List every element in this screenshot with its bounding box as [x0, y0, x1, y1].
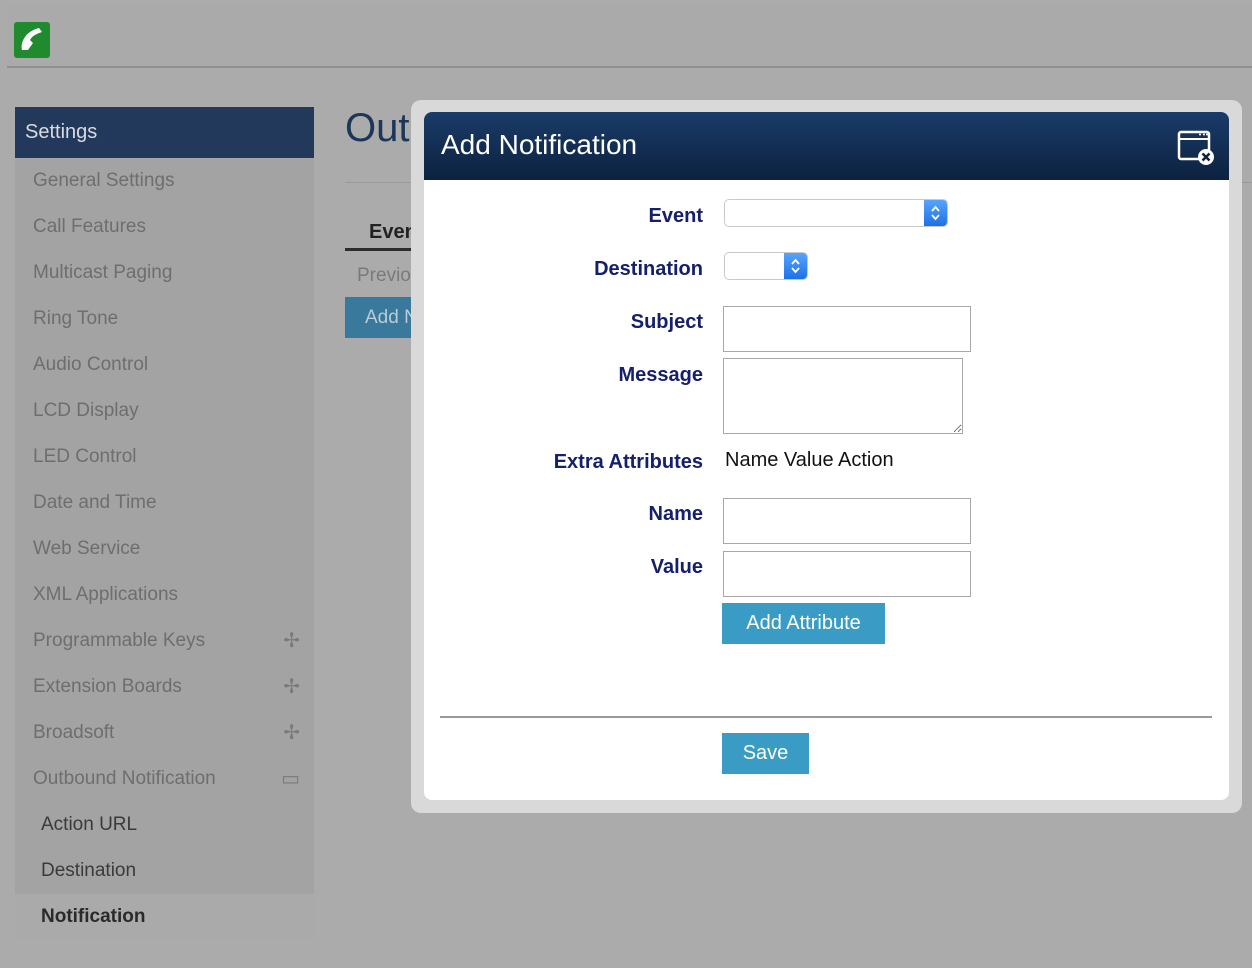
sidebar-item-outbound-notification[interactable]: Outbound Notification ▭: [15, 756, 314, 802]
sidebar-item-led-control[interactable]: LED Control: [15, 434, 314, 480]
event-select[interactable]: [724, 199, 948, 227]
phone-handset-icon: [14, 22, 50, 58]
sidebar-item-ring-tone[interactable]: Ring Tone: [15, 296, 314, 342]
page-title: Out: [345, 106, 410, 150]
expand-plus-icon[interactable]: ✢: [283, 710, 300, 756]
sidebar-subitem-notification[interactable]: Notification: [15, 894, 314, 940]
sidebar-item-general-settings[interactable]: General Settings: [15, 158, 314, 204]
sidebar-item-lcd-display[interactable]: LCD Display: [15, 388, 314, 434]
add-notification-dialog: Add Notification Event Destination Subje…: [424, 112, 1229, 800]
sidebar-subitem-action-url[interactable]: Action URL: [15, 802, 314, 848]
sidebar-item-label: Date and Time: [33, 492, 157, 513]
settings-sidebar: Settings General Settings Call Features …: [15, 107, 314, 940]
sidebar-item-label: Outbound Notification: [33, 768, 216, 789]
dialog-footer-divider: [440, 716, 1212, 718]
collapse-minus-icon[interactable]: ▭: [281, 756, 300, 802]
sidebar-item-label: Ring Tone: [33, 308, 119, 329]
sidebar-title: Settings: [15, 107, 314, 158]
sidebar-item-broadsoft[interactable]: Broadsoft ✢: [15, 710, 314, 756]
sidebar-item-label: Multicast Paging: [33, 262, 173, 283]
sidebar-item-label: Programmable Keys: [33, 630, 206, 651]
sidebar-item-label: General Settings: [33, 170, 175, 191]
sidebar-item-label: Web Service: [33, 538, 141, 559]
sidebar-item-xml-applications[interactable]: XML Applications: [15, 572, 314, 618]
subject-input[interactable]: [723, 306, 971, 352]
add-attribute-button[interactable]: Add Attribute: [722, 603, 885, 644]
destination-select[interactable]: [724, 252, 808, 280]
sidebar-item-label: Broadsoft: [33, 722, 115, 743]
sidebar-item-multicast-paging[interactable]: Multicast Paging: [15, 250, 314, 296]
name-label: Name: [648, 503, 703, 525]
dialog-header: Add Notification: [424, 112, 1229, 180]
sidebar-item-web-service[interactable]: Web Service: [15, 526, 314, 572]
expand-plus-icon[interactable]: ✢: [283, 664, 300, 710]
sidebar-item-label: LED Control: [33, 446, 137, 467]
attribute-name-input[interactable]: [723, 498, 971, 544]
expand-plus-icon[interactable]: ✢: [283, 618, 300, 664]
top-header-bar: [7, 5, 1252, 68]
destination-label: Destination: [594, 258, 703, 280]
select-arrows-icon: [924, 200, 947, 226]
attribute-value-input[interactable]: [723, 551, 971, 597]
select-arrows-icon: [784, 253, 807, 279]
attributes-table-header: Name Value Action: [725, 449, 894, 471]
sidebar-item-date-and-time[interactable]: Date and Time: [15, 480, 314, 526]
previous-link[interactable]: Previo: [357, 265, 411, 287]
sidebar-item-programmable-keys[interactable]: Programmable Keys ✢: [15, 618, 314, 664]
value-label: Value: [650, 556, 703, 578]
sidebar-item-label: Extension Boards: [33, 676, 182, 697]
sidebar-item-label: XML Applications: [33, 584, 179, 605]
sidebar-item-label: Audio Control: [33, 354, 149, 375]
message-label: Message: [618, 364, 704, 386]
dialog-title: Add Notification: [441, 129, 638, 160]
save-button[interactable]: Save: [722, 733, 809, 774]
subject-label: Subject: [630, 311, 703, 333]
sidebar-item-call-features[interactable]: Call Features: [15, 204, 314, 250]
sidebar-subitem-destination[interactable]: Destination: [15, 848, 314, 894]
close-window-icon[interactable]: [1176, 126, 1216, 166]
sidebar-item-label: LCD Display: [33, 400, 139, 421]
extra-attributes-label: Extra Attributes: [553, 451, 703, 473]
sidebar-item-label: Call Features: [33, 216, 146, 237]
sidebar-item-audio-control[interactable]: Audio Control: [15, 342, 314, 388]
sidebar-item-extension-boards[interactable]: Extension Boards ✢: [15, 664, 314, 710]
event-label: Event: [648, 205, 703, 227]
message-textarea[interactable]: [723, 358, 963, 434]
